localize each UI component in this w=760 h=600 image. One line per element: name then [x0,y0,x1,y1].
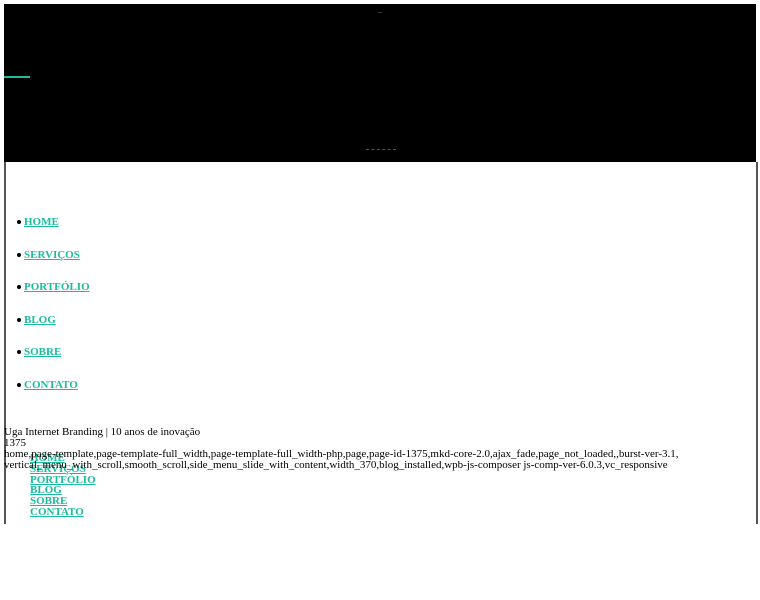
menu-link-blog[interactable]: BLOG [24,314,56,326]
bullet-icon [17,252,21,257]
main-menu: HOME SERVIÇOS PORTFÓLIO BLOG SOBRE CONTA… [17,215,90,411]
header-mark [378,12,382,13]
bullet-icon [17,220,21,224]
menu-link-home[interactable]: HOME [24,216,59,228]
site-title: Uga Internet Branding | 10 anos de inova… [4,426,201,438]
header-dots [366,149,396,151]
bullet-icon [17,382,21,387]
accent-line [4,76,30,78]
menu-link-sobre[interactable]: SOBRE [24,346,61,358]
menu-link-portfolio[interactable]: PORTFÓLIO [24,281,90,293]
menu-item-servicos: SERVIÇOS [17,248,90,281]
body-classes-line-2: vertical_menu_with_scroll,smooth_scroll,… [4,459,668,471]
menu-item-sobre: SOBRE [17,345,90,378]
menu-link-servicos[interactable]: SERVIÇOS [24,249,80,261]
footer-item-contato: CONTATO [30,506,96,518]
bullet-icon [17,317,21,322]
menu-item-portfolio: PORTFÓLIO [17,280,90,313]
menu-link-contato[interactable]: CONTATO [24,379,78,391]
menu-item-blog: BLOG [17,313,90,346]
header-banner [4,4,756,162]
page-info: Uga Internet Branding | 10 anos de inova… [4,427,760,471]
menu-item-home: HOME [17,215,90,248]
menu-item-contato: CONTATO [17,378,90,411]
footer-link-contato[interactable]: CONTATO [30,506,84,518]
